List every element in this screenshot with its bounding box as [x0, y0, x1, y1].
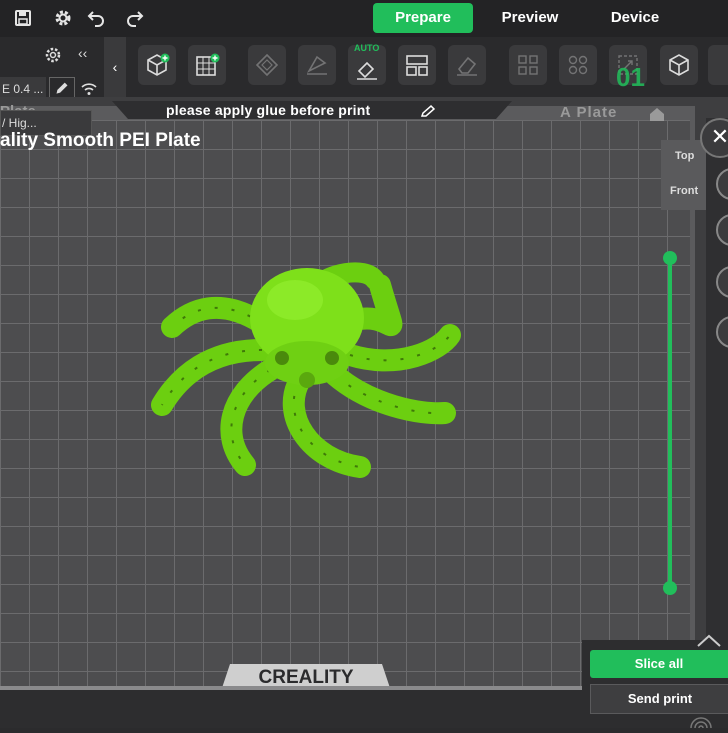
- wifi-icon[interactable]: [80, 80, 98, 98]
- collapse-double-chevron-icon[interactable]: ‹‹: [78, 45, 87, 61]
- plate-counter: 01: [616, 62, 645, 92]
- orient-button[interactable]: [248, 45, 286, 85]
- undo-icon[interactable]: [86, 8, 106, 28]
- top-bar: Prepare Preview Device: [0, 0, 728, 37]
- add-plate-button[interactable]: [188, 45, 226, 85]
- box-view-button[interactable]: [660, 45, 698, 85]
- panel-collapse-button[interactable]: ‹: [104, 37, 126, 97]
- redo-icon[interactable]: [125, 8, 145, 28]
- layer-slider-track[interactable]: [668, 258, 672, 588]
- brand-text: CREALITY: [259, 667, 354, 688]
- lay-on-face-button[interactable]: [298, 45, 336, 85]
- lay-on-face-icon: [306, 55, 327, 75]
- plate-label-right: A Plate: [560, 104, 618, 121]
- settings-gear-icon[interactable]: [44, 46, 62, 64]
- profile-text: / Hig...: [2, 116, 37, 130]
- split-parts-icon: [568, 55, 588, 75]
- bed-edge: [0, 686, 588, 690]
- add-object-button[interactable]: [138, 45, 176, 85]
- view-top-button[interactable]: Top: [675, 150, 694, 162]
- glue-notice-text: please apply glue before print: [166, 102, 371, 118]
- split-parts-button[interactable]: [559, 45, 597, 85]
- bottom-bar: [0, 690, 588, 728]
- slice-all-button[interactable]: Slice all: [590, 650, 728, 678]
- creality-logo: CREALITY: [222, 664, 390, 688]
- split-objects-icon: [518, 55, 538, 75]
- orient-icon: [255, 53, 279, 77]
- fingerprint-icon: [686, 706, 716, 729]
- layer-slider-top-handle[interactable]: [663, 251, 677, 265]
- auto-arrange-button[interactable]: AUTO: [348, 43, 386, 85]
- gear-icon[interactable]: [53, 8, 73, 28]
- home-icon[interactable]: [648, 106, 666, 122]
- expand-up-icon[interactable]: [694, 634, 724, 648]
- view-front-button[interactable]: Front: [670, 185, 698, 197]
- auto-label: AUTO: [354, 43, 380, 53]
- add-cube-icon: [147, 53, 170, 76]
- save-icon[interactable]: [13, 8, 33, 28]
- edit-plate-icon[interactable]: [420, 104, 438, 118]
- bed-type-label: ality Smooth PEI Plate: [0, 130, 201, 151]
- arrange-icon: [406, 55, 428, 76]
- arrange-button[interactable]: [398, 45, 436, 85]
- erase-button[interactable]: [448, 45, 486, 85]
- tab-prepare[interactable]: Prepare: [373, 3, 473, 33]
- side-panel-header: ‹‹: [0, 37, 104, 73]
- nozzle-text: E 0.4 ...: [2, 82, 44, 96]
- layer-slider-bottom-handle[interactable]: [663, 581, 677, 595]
- eraser-icon: [457, 56, 477, 76]
- more-tools-button[interactable]: [708, 45, 728, 85]
- split-objects-button[interactable]: [509, 45, 547, 85]
- box-icon: [669, 54, 689, 76]
- add-plate-icon: [196, 53, 220, 76]
- left-side-panel: ‹‹ E 0.4 ...: [0, 37, 104, 101]
- octopus-model[interactable]: [150, 255, 470, 485]
- right-tool-column: [706, 118, 728, 678]
- tab-preview[interactable]: Preview: [480, 3, 580, 33]
- tab-device[interactable]: Device: [585, 3, 685, 33]
- auto-arrange-icon: [357, 61, 377, 80]
